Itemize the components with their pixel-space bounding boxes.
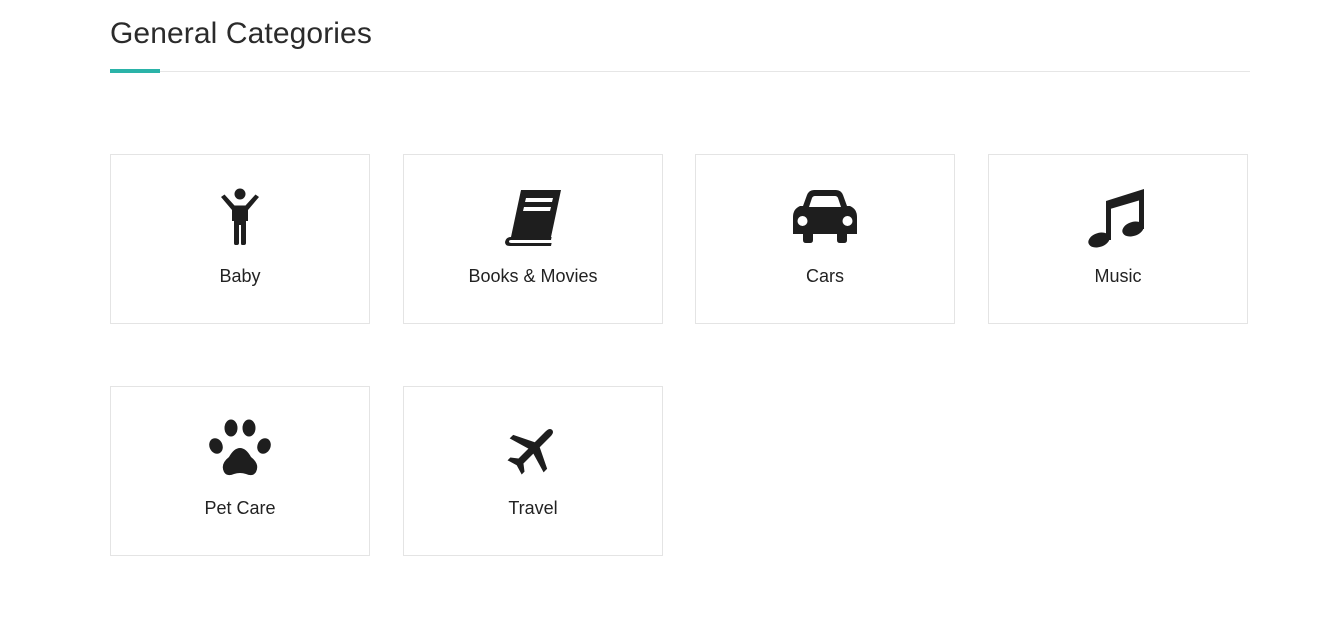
category-card-music[interactable]: Music (988, 154, 1248, 324)
category-card-baby[interactable]: Baby (110, 154, 370, 324)
category-label: Cars (805, 266, 844, 286)
car-icon (793, 185, 857, 249)
category-card-travel[interactable]: Travel (403, 386, 663, 556)
book-icon (501, 185, 565, 249)
category-card-cars[interactable]: Cars (695, 154, 955, 324)
category-card-books-movies[interactable]: Books & Movies (403, 154, 663, 324)
title-divider (110, 71, 1250, 72)
title-accent-bar (110, 69, 160, 73)
category-label: Books & Movies (468, 266, 598, 286)
category-label: Pet Care (204, 498, 276, 518)
plane-icon (501, 417, 565, 481)
category-card-pet-care[interactable]: Pet Care (110, 386, 370, 556)
category-label: Travel (508, 498, 558, 518)
paw-icon (208, 417, 272, 481)
section-title: General Categories (110, 17, 372, 50)
music-note-icon (1086, 185, 1150, 249)
category-label: Baby (219, 266, 261, 286)
category-label: Music (1094, 266, 1142, 286)
child-icon (208, 185, 272, 249)
